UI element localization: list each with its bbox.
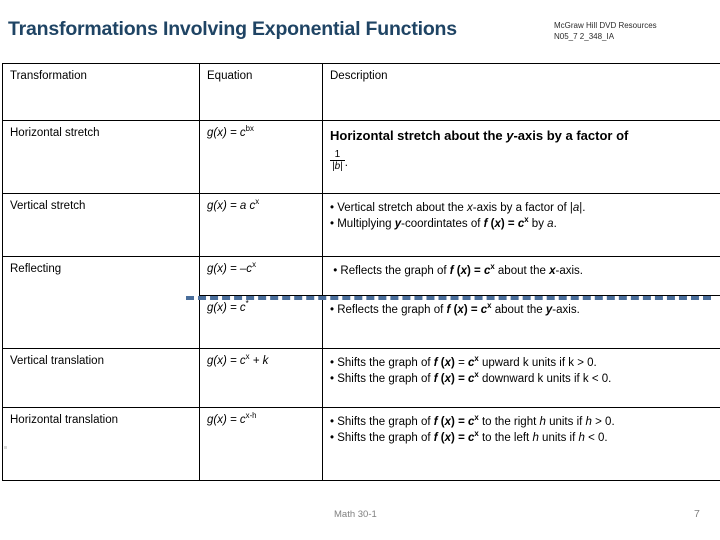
description-cell: • Vertical stretch about the x-axis by a… — [322, 193, 720, 257]
equation-cell: g(x) = –cx — [199, 256, 323, 296]
equation-base: g(x) = c — [207, 355, 246, 367]
fraction: 1 |b| — [330, 149, 345, 172]
source-reference: McGraw Hill DVD Resources N05_7 2_348_IA — [554, 20, 657, 42]
equation-cell: g(x) = cx + k — [199, 348, 323, 408]
equation-base: g(x) = c — [207, 414, 246, 426]
description-bullet: • Vertical stretch about the x-axis by a… — [330, 202, 586, 214]
fraction-numerator: 1 — [334, 149, 341, 160]
description-cell: • Reflects the graph of f (x) = cx about… — [322, 256, 720, 296]
transformation-name: Vertical stretch — [2, 193, 200, 257]
equation-cell: g(x) = c* — [199, 295, 323, 349]
edge-artifact-mark — [4, 446, 7, 449]
description-cell: Horizontal stretch about the y-axis by a… — [322, 120, 720, 194]
description-bullet: • Shifts the graph of f (x) = cx upward … — [330, 354, 597, 369]
equation-cell: g(x) = a cx — [199, 193, 323, 257]
fraction-one-over-abs-b: 1 |b|. — [330, 147, 348, 172]
transformations-table: Transformation Equation Description Hori… — [2, 63, 720, 481]
description-bullet: • Multiplying y-coordintates of f (x) = … — [330, 215, 557, 230]
transformation-name: Vertical translation — [2, 348, 200, 408]
description-cell: • Reflects the graph of f (x) = cx about… — [322, 295, 720, 349]
transformation-name: Horizontal translation — [2, 407, 200, 481]
description-cell: • Shifts the graph of f (x) = cx upward … — [322, 348, 720, 408]
description-bullet: • Shifts the graph of f (x) = cx to the … — [330, 413, 615, 428]
equation-exponent: x — [255, 197, 260, 207]
equation-exponent: x — [252, 260, 256, 270]
transformation-name: Reflecting — [2, 256, 200, 349]
equation-base: g(x) = c — [207, 127, 246, 139]
table-row: Horizontal stretch g(x) = cbx Horizontal… — [2, 120, 720, 194]
description-cell: • Shifts the graph of f (x) = cx to the … — [322, 407, 720, 481]
footer-course-label: Math 30-1 — [334, 509, 377, 520]
description-bullet: • Reflects the graph of f (x) = cx about… — [330, 262, 583, 277]
equation-cell: g(x) = cx-h — [199, 407, 323, 481]
table-row: Reflecting g(x) = –cx • Reflects the gra… — [2, 256, 720, 349]
page-title: Transformations Involving Exponential Fu… — [8, 18, 457, 40]
equation-exponent: x-h — [245, 411, 257, 421]
column-header-transformation: Transformation — [2, 63, 200, 121]
equation-cell: g(x) = cbx — [199, 120, 323, 194]
footer-page-number: 7 — [694, 508, 700, 520]
source-reference-line1: McGraw Hill DVD Resources — [554, 21, 657, 30]
equation-base: g(x) = a c — [207, 200, 256, 212]
description-bullet: • Shifts the graph of f (x) = cx downwar… — [330, 370, 612, 385]
description-main: Horizontal stretch about the y-axis by a… — [330, 128, 629, 143]
description-bullet: • Reflects the graph of f (x) = cx about… — [330, 301, 580, 316]
fraction-denominator: |b| — [330, 160, 345, 172]
table-row: Horizontal translation g(x) = cx-h • Shi… — [2, 407, 720, 481]
table-row: Vertical translation g(x) = cx + k • Shi… — [2, 348, 720, 408]
description-bullet: • Shifts the graph of f (x) = cx to the … — [330, 429, 608, 444]
equation-suffix: + k — [249, 355, 269, 367]
equation-base: g(x) = –c — [207, 263, 253, 275]
table-header-row: Transformation Equation Description — [2, 63, 720, 121]
dashed-separator-line — [186, 296, 711, 300]
fraction-trailing-period: . — [344, 157, 348, 169]
equation-exponent: bx — [245, 124, 254, 134]
equation-exponent: * — [245, 299, 249, 309]
column-header-description: Description — [322, 63, 720, 121]
slide-header: Transformations Involving Exponential Fu… — [0, 0, 720, 58]
equation-base: g(x) = c — [207, 302, 246, 314]
transformation-name: Horizontal stretch — [2, 120, 200, 194]
source-reference-line2: N05_7 2_348_IA — [554, 32, 615, 41]
column-header-equation: Equation — [199, 63, 323, 121]
table-row: Vertical stretch g(x) = a cx • Vertical … — [2, 193, 720, 257]
